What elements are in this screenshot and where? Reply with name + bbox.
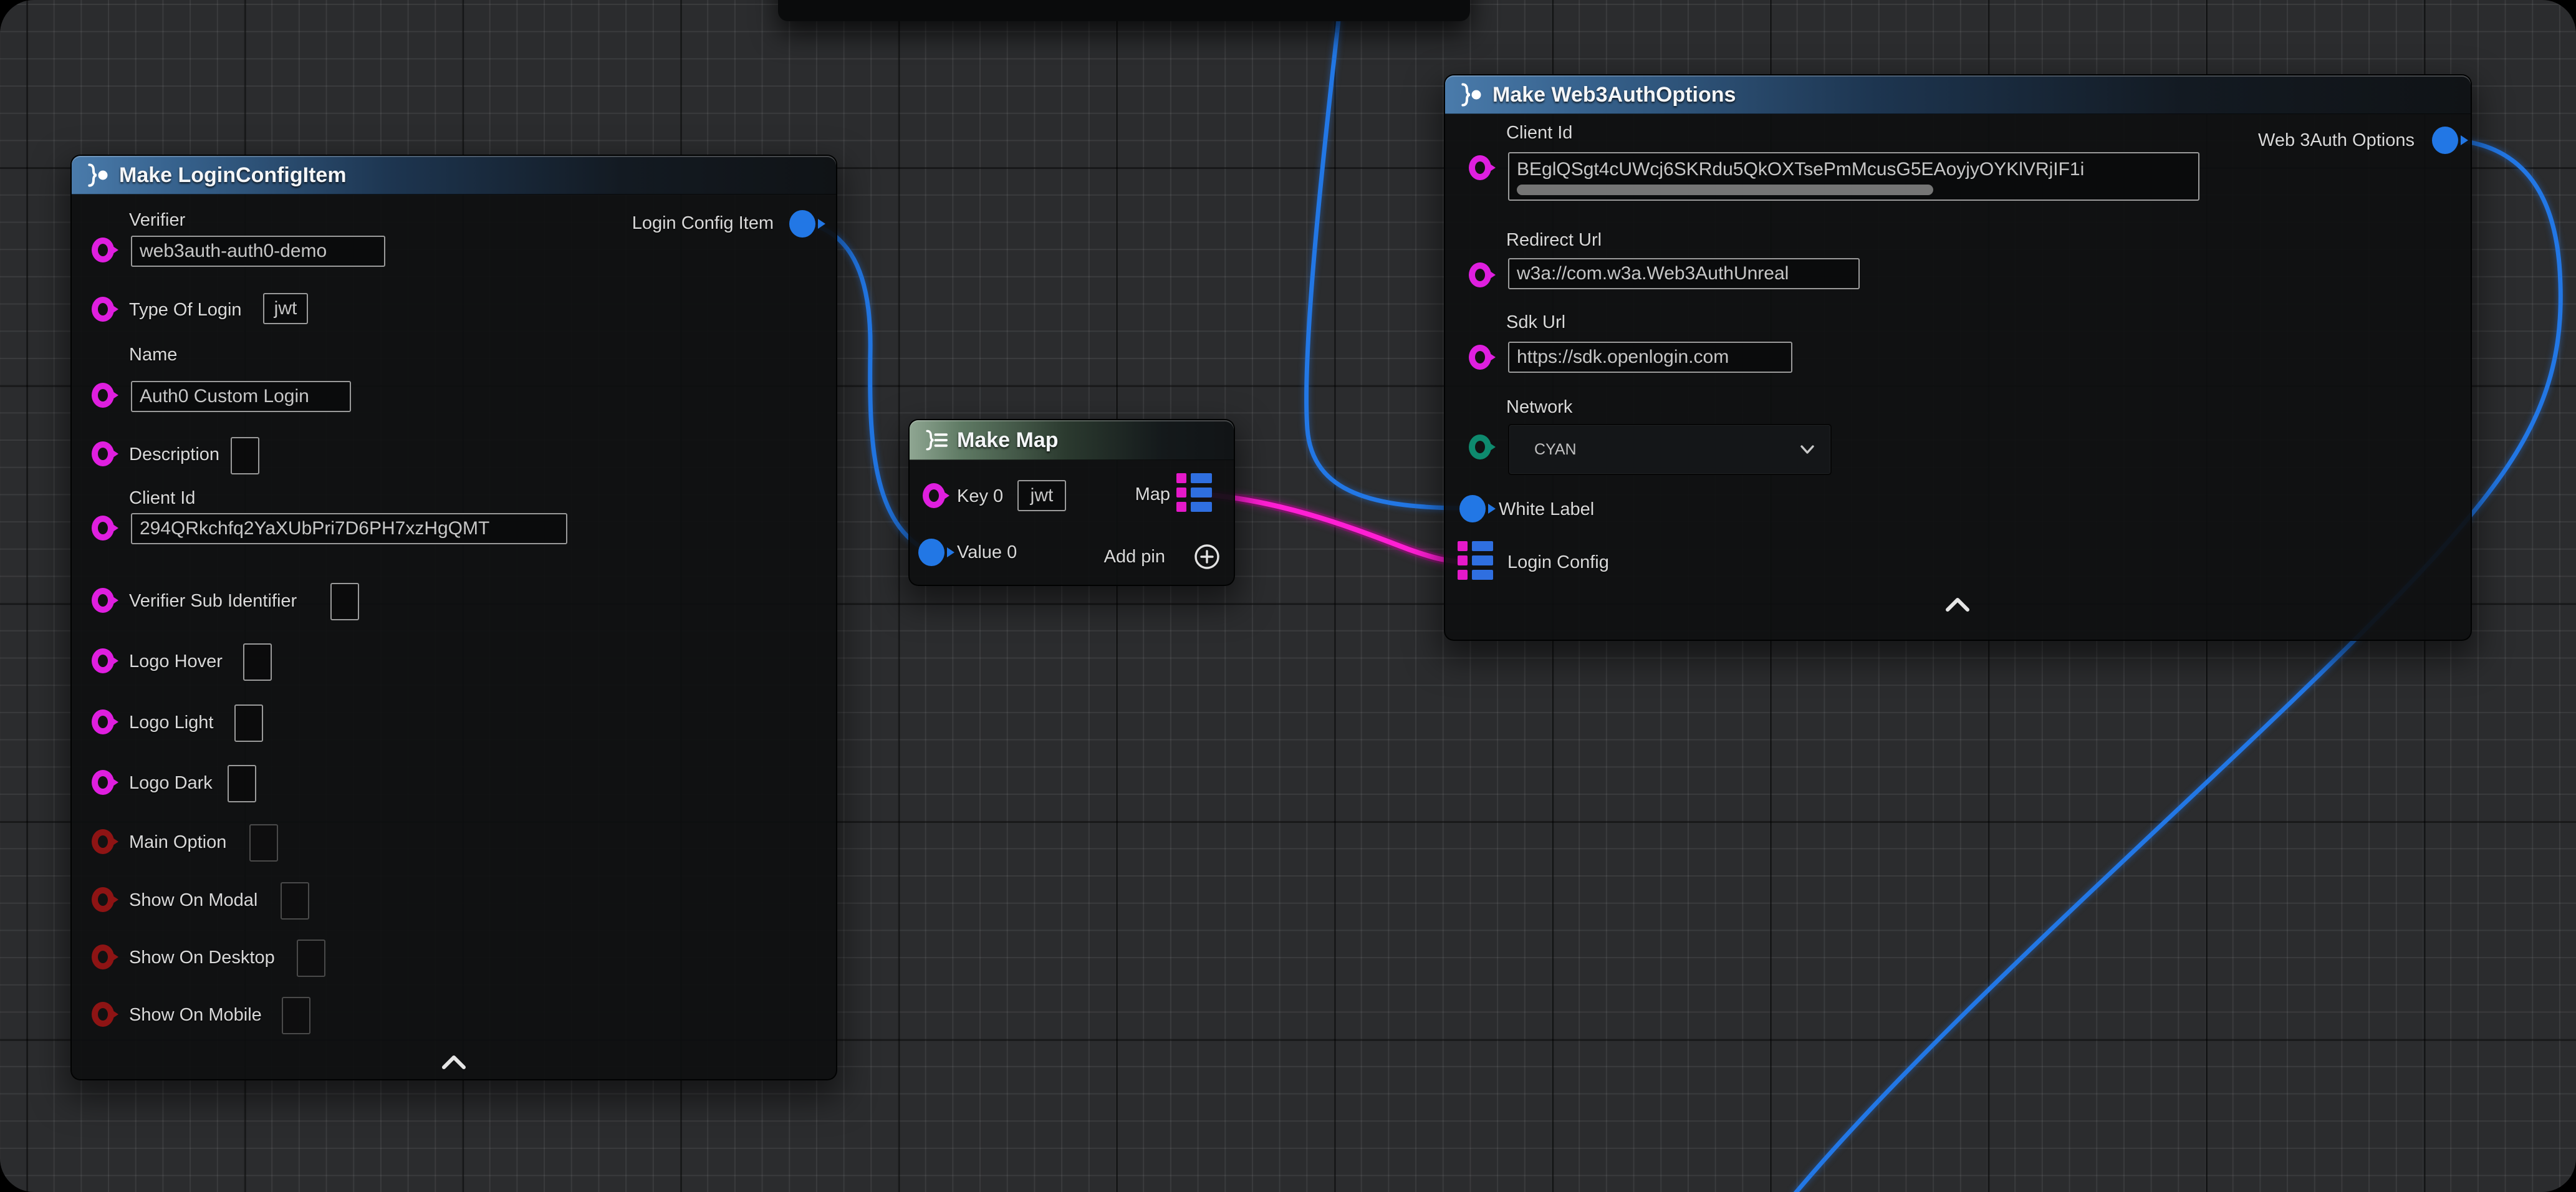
show-on-desktop-checkbox[interactable]	[297, 940, 325, 977]
show-on-mobile-checkbox[interactable]	[282, 997, 310, 1034]
verifier-field[interactable]: web3auth-auth0-demo	[131, 236, 385, 267]
pin-sdk-url[interactable]	[1469, 345, 1491, 370]
pin-white-label[interactable]	[1459, 495, 1486, 522]
pin-label-sdk-url: Sdk Url	[1506, 313, 1565, 332]
pin-label-verifier: Verifier	[129, 211, 185, 229]
node-title: Make Web3AuthOptions	[1492, 83, 1736, 107]
add-pin-button-label[interactable]: Add pin	[1104, 547, 1165, 566]
client-id-text: BEglQSgt4cUWcj6SKRdu5QkOXTsePmMcusG5EAoy…	[1517, 159, 2084, 180]
show-on-modal-checkbox[interactable]	[281, 882, 309, 920]
client-id-field[interactable]: BEglQSgt4cUWcj6SKRdu5QkOXTsePmMcusG5EAoy…	[1508, 152, 2199, 201]
make-map-icon	[921, 428, 948, 453]
pin-verifier[interactable]	[92, 238, 114, 262]
main-option-checkbox[interactable]	[249, 824, 278, 862]
pin-network[interactable]	[1469, 435, 1491, 459]
collapse-node-button[interactable]	[1941, 595, 1974, 613]
node-title: Make LoginConfigItem	[119, 163, 347, 188]
pin-label-white-label: White Label	[1499, 500, 1594, 519]
pin-client-id[interactable]	[1469, 155, 1491, 180]
network-dropdown[interactable]: CYAN	[1508, 424, 1832, 475]
pin-show-on-desktop[interactable]	[92, 944, 114, 969]
pin-name[interactable]	[92, 383, 114, 408]
pin-label-show-on-desktop: Show On Desktop	[129, 948, 275, 967]
client-id-field[interactable]: 294QRkchfq2YaXUbPri7D6PH7xzHgQMT	[131, 513, 567, 544]
wire-map-to-login-config-glow	[1197, 494, 1468, 562]
pin-value0[interactable]	[918, 539, 944, 566]
pin-label-client-id: Client Id	[1506, 123, 1572, 142]
make-struct-icon	[83, 163, 110, 188]
node-make-loginconfigitem[interactable]: Make LoginConfigItem Login Config Item V…	[70, 155, 837, 1080]
logo-hover-field[interactable]	[243, 643, 272, 681]
client-id-scrollbar[interactable]	[1517, 185, 1933, 195]
pin-label-logo-light: Logo Light	[129, 713, 213, 732]
output-pin-web3auth-options[interactable]	[2432, 127, 2458, 154]
pin-label-logo-dark: Logo Dark	[129, 774, 213, 792]
pin-login-config[interactable]	[1458, 541, 1493, 580]
pin-label-verifier-sub-identifier: Verifier Sub Identifier	[129, 592, 297, 610]
name-field[interactable]: Auth0 Custom Login	[131, 381, 351, 412]
pin-show-on-modal[interactable]	[92, 887, 114, 912]
pin-client-id[interactable]	[92, 516, 114, 541]
pin-label-client-id: Client Id	[129, 489, 195, 507]
pin-description[interactable]	[92, 441, 114, 466]
node-make-map[interactable]: Make Map Key 0 jwt Map Value 0 Add pin	[908, 419, 1235, 586]
pin-type-of-login[interactable]	[92, 297, 114, 322]
logo-light-field[interactable]	[234, 704, 263, 742]
output-pin-map[interactable]	[1176, 473, 1212, 512]
node-make-web3authoptions[interactable]: Make Web3AuthOptions Web 3Auth Options C…	[1444, 74, 2472, 641]
pin-label-main-option: Main Option	[129, 833, 226, 852]
collapse-node-button[interactable]	[438, 1052, 470, 1071]
node-header-make-map[interactable]: Make Map	[910, 420, 1234, 460]
pin-key0[interactable]	[923, 483, 945, 508]
wire-top-to-white-label[interactable]	[1307, 0, 1466, 508]
verifier-sub-identifier-field[interactable]	[330, 583, 359, 620]
node-header-make-web3authoptions[interactable]: Make Web3AuthOptions	[1445, 75, 2471, 114]
pin-label-value0: Value 0	[957, 543, 1017, 562]
pin-redirect-url[interactable]	[1469, 262, 1491, 287]
pin-label-type-of-login: Type Of Login	[129, 300, 242, 319]
node-title: Make Map	[957, 428, 1059, 453]
logo-dark-field[interactable]	[228, 765, 256, 802]
offscreen-node-bottom-edge[interactable]	[778, 0, 1470, 21]
pin-label-logo-hover: Logo Hover	[129, 652, 223, 671]
output-pin-label: Login Config Item	[632, 214, 774, 233]
description-field[interactable]	[231, 437, 259, 474]
pin-logo-hover[interactable]	[92, 648, 114, 673]
redirect-url-field[interactable]: w3a://com.w3a.Web3AuthUnreal	[1508, 258, 1860, 289]
key0-field[interactable]: jwt	[1017, 480, 1066, 511]
pin-label-show-on-modal: Show On Modal	[129, 891, 257, 910]
network-selected-value: CYAN	[1534, 441, 1798, 459]
pin-logo-dark[interactable]	[92, 770, 114, 795]
pin-logo-light[interactable]	[92, 709, 114, 734]
pin-main-option[interactable]	[92, 829, 114, 854]
pin-label-redirect-url: Redirect Url	[1506, 231, 1602, 249]
pin-label-network: Network	[1506, 398, 1572, 416]
output-pin-login-config-item[interactable]	[789, 210, 815, 238]
pin-label-description: Description	[129, 445, 219, 464]
output-pin-label: Web 3Auth Options	[2258, 131, 2415, 150]
chevron-down-icon	[1798, 443, 1817, 456]
pin-label-name: Name	[129, 345, 177, 364]
pin-verifier-sub-identifier[interactable]	[92, 588, 114, 613]
make-struct-icon	[1456, 82, 1484, 107]
node-header-make-loginconfigitem[interactable]: Make LoginConfigItem	[72, 156, 836, 195]
pin-label-login-config: Login Config	[1507, 553, 1609, 572]
type-of-login-field[interactable]: jwt	[263, 293, 308, 324]
blueprint-graph-canvas[interactable]: Make LoginConfigItem Login Config Item V…	[0, 0, 2576, 1192]
add-pin-icon[interactable]	[1193, 543, 1221, 570]
pin-label-map-output: Map	[1135, 485, 1170, 504]
pin-label-show-on-mobile: Show On Mobile	[129, 1006, 262, 1024]
pin-show-on-mobile[interactable]	[92, 1002, 114, 1027]
sdk-url-field[interactable]: https://sdk.openlogin.com	[1508, 342, 1792, 373]
pin-label-key0: Key 0	[957, 487, 1003, 506]
